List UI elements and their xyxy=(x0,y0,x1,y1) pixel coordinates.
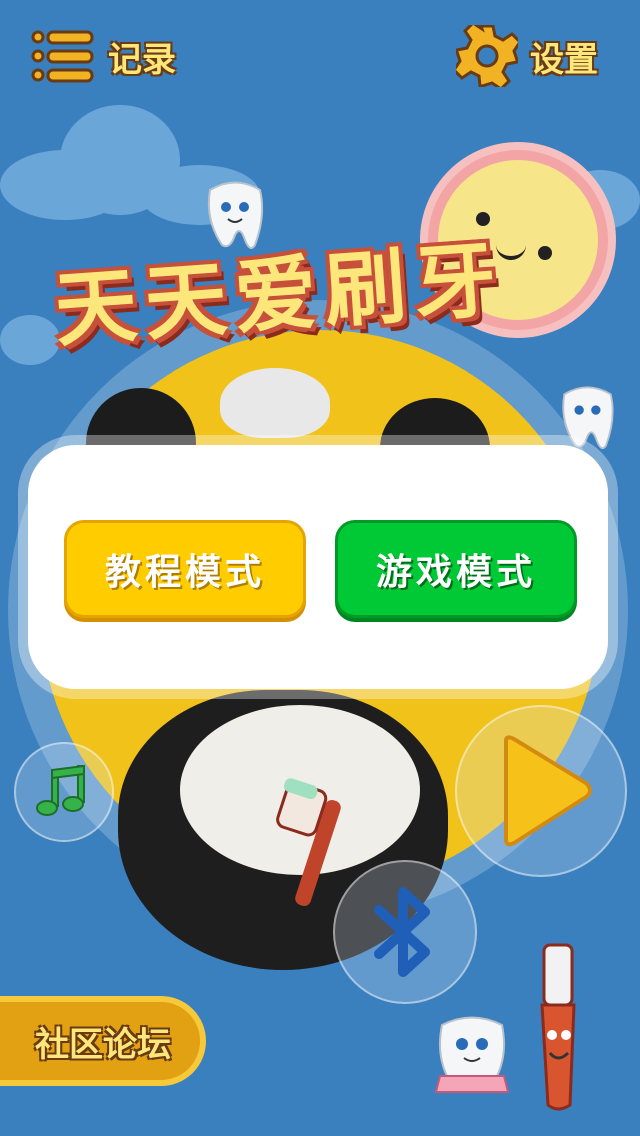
gear-icon xyxy=(456,25,518,87)
tooth-character xyxy=(562,386,614,450)
bluetooth-button[interactable] xyxy=(333,860,477,1004)
cloud xyxy=(0,315,60,365)
music-button[interactable] xyxy=(14,742,114,842)
community-forum-button[interactable]: 社区论坛 xyxy=(0,996,206,1086)
settings-label: 设置 xyxy=(530,39,598,80)
game-mode-button[interactable]: 游戏模式 xyxy=(335,520,577,618)
settings-button[interactable]: 设置 xyxy=(456,24,598,88)
tooth-character xyxy=(434,1016,510,1093)
bluetooth-icon xyxy=(374,887,430,977)
list-icon xyxy=(31,30,94,83)
mode-select-dialog: 教程模式 游戏模式 xyxy=(28,445,608,689)
records-button[interactable]: 记录 xyxy=(30,24,176,88)
play-icon xyxy=(504,735,592,847)
toothbrush-character xyxy=(540,943,576,1111)
app-title-logo: 天天爱刷牙 xyxy=(51,232,508,359)
music-note-icon xyxy=(36,764,85,816)
tutorial-mode-button[interactable]: 教程模式 xyxy=(64,520,306,618)
records-label: 记录 xyxy=(108,39,176,80)
play-button[interactable] xyxy=(455,705,627,877)
